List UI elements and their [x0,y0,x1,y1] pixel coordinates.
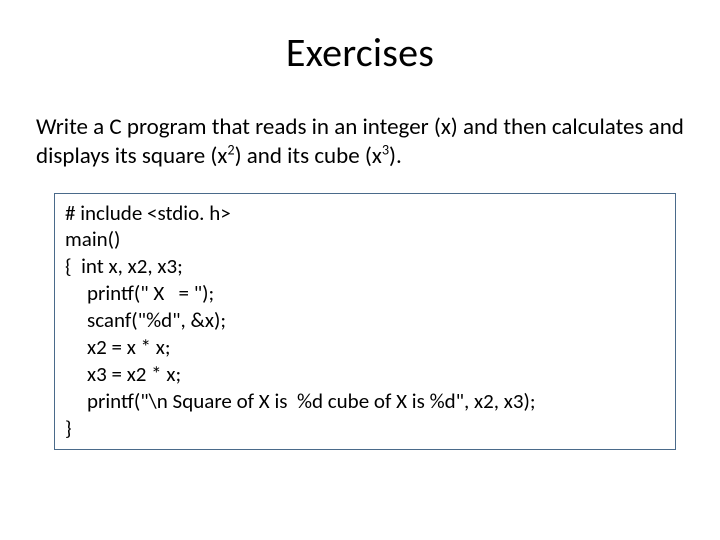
code-line-main: main() [65,226,665,253]
slide: Exercises Write a C program that reads i… [0,0,720,540]
code-line-x3: x3 = x2 * x; [65,361,665,388]
superscript-3: 3 [382,140,389,158]
code-line-scanf: scanf("%d", &x); [65,307,665,334]
exercise-prompt: Write a C program that reads in an integ… [36,113,684,171]
code-line-printf2: printf("\n Square of X is %d cube of X i… [65,388,665,415]
code-line-x2: x2 = x * x; [65,334,665,361]
prompt-text-3: ). [389,142,402,170]
code-line-printf1: printf(" X = "); [65,280,665,307]
code-line-include: # include <stdio. h> [65,200,665,227]
code-line-close: } [65,415,665,442]
code-box: # include <stdio. h> main() { int x, x2,… [54,193,676,451]
prompt-text-2: ) and its cube (x [235,142,382,170]
superscript-2: 2 [227,140,234,158]
slide-title: Exercises [36,28,684,77]
code-line-decl: { int x, x2, x3; [65,253,665,280]
